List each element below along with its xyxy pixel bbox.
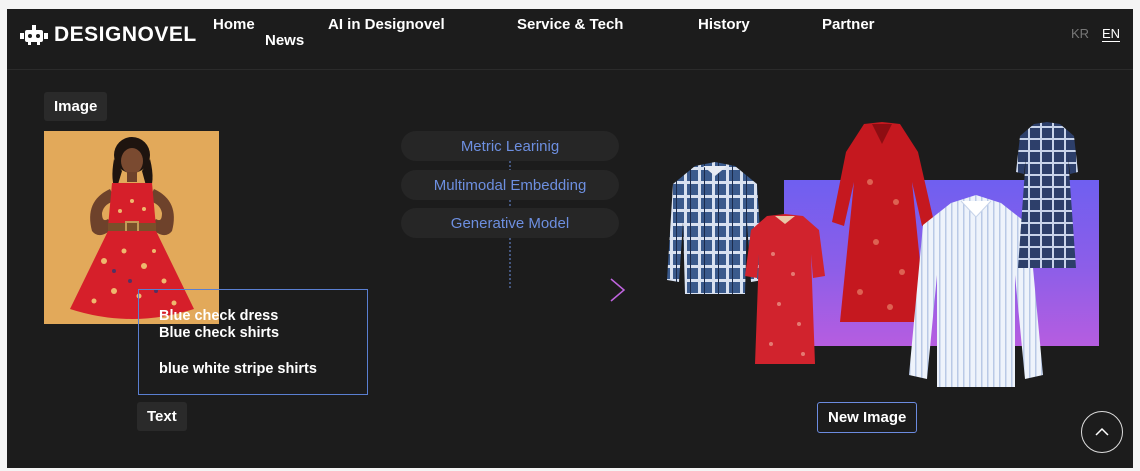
- red-shirt-dress-image: [745, 214, 825, 364]
- new-image-button[interactable]: New Image: [817, 402, 918, 433]
- blue-check-dress-image: [1016, 122, 1078, 268]
- scroll-top-button[interactable]: [1081, 411, 1123, 453]
- chevron-up-icon: [1095, 427, 1109, 436]
- page-frame: DESIGNOVEL Home News AI in Designovel Se…: [7, 9, 1133, 468]
